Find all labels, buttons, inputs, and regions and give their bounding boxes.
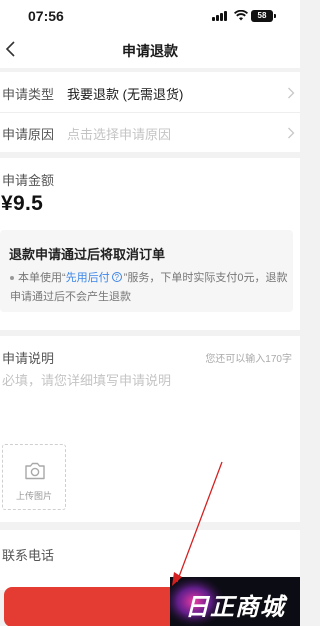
- submit-button[interactable]: [4, 587, 180, 626]
- description-label: 申请说明: [2, 351, 55, 366]
- refund-amount-value: ¥9.5: [1, 192, 44, 215]
- page-title: 申请退款: [122, 43, 178, 59]
- request-type-row[interactable]: 申请类型 我要退款 (无需退货): [0, 72, 300, 112]
- chevron-right-icon: [288, 87, 295, 99]
- contact-phone-label: 联系电话: [2, 548, 55, 563]
- description-counter: 您还可以输入170字: [205, 354, 292, 365]
- refund-amount-label: 申请金额: [2, 173, 55, 188]
- status-time: 07:56: [28, 8, 64, 24]
- request-form-card: 申请类型 我要退款 (无需退货) 申请原因 点击选择申请原因: [0, 72, 300, 152]
- camera-icon: [25, 462, 45, 480]
- help-icon[interactable]: ?: [111, 272, 122, 282]
- status-bar: 07:56 58: [0, 0, 300, 32]
- pay-later-link[interactable]: 先用后付: [66, 272, 110, 284]
- request-reason-label: 申请原因: [2, 127, 55, 142]
- watermark-text: 日正商城: [185, 594, 285, 621]
- upload-image-button[interactable]: 上传图片: [2, 444, 66, 510]
- upload-image-label: 上传图片: [15, 491, 52, 501]
- nav-bar: 申请退款: [0, 32, 300, 68]
- notice-text: 本单使用“先用后付? ”服务，下单时实际支付0元，退款申请通过后不会产生退款: [10, 269, 290, 307]
- request-type-value: 我要退款 (无需退货): [67, 87, 184, 102]
- wifi-icon: [234, 10, 248, 21]
- request-reason-placeholder: 点击选择申请原因: [67, 127, 172, 142]
- refund-notice: 退款申请通过后将取消订单 本单使用“先用后付? ”服务，下单时实际支付0元，退款申…: [0, 230, 293, 312]
- battery-icon: 58: [251, 10, 276, 22]
- request-type-label: 申请类型: [2, 87, 55, 102]
- watermark-logo: 日正商城: [170, 577, 300, 626]
- chevron-right-icon: [288, 127, 295, 139]
- notice-text-prefix: 本单使用“: [18, 272, 66, 284]
- request-reason-row[interactable]: 申请原因 点击选择申请原因: [0, 112, 300, 152]
- description-input[interactable]: [2, 370, 292, 430]
- notice-title: 退款申请通过后将取消订单: [9, 247, 166, 262]
- bullet-dot: [10, 276, 14, 281]
- signal-icon: [212, 11, 230, 21]
